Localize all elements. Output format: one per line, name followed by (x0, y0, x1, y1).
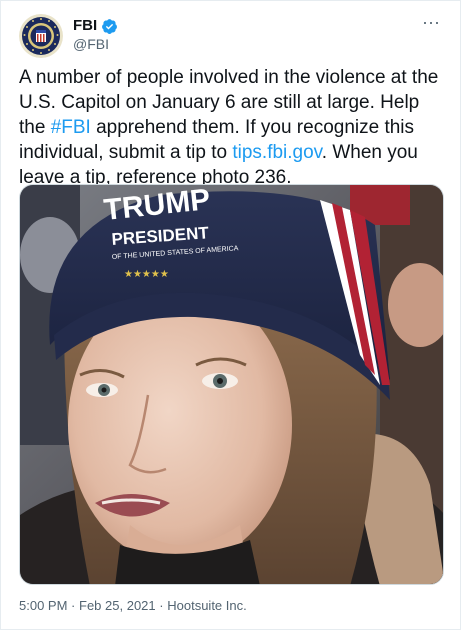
tweet-text: A number of people involved in the viole… (19, 65, 444, 190)
meta-separator-2: · (159, 598, 164, 613)
hashtag-link[interactable]: #FBI (51, 117, 91, 138)
avatar[interactable] (19, 14, 63, 58)
tweet-time[interactable]: 5:00 PM (19, 598, 67, 613)
tweet-source[interactable]: Hootsuite Inc. (167, 598, 247, 613)
meta-separator-1: · (71, 598, 76, 613)
photo-image: TRUMP PRESIDENT OF THE UNITED STATES OF … (20, 185, 443, 584)
tips-link[interactable]: tips.fbi.gov (232, 142, 321, 163)
account-name[interactable]: FBI (73, 17, 97, 35)
tweet-card: FBI @FBI ··· A number of people involved… (0, 0, 461, 630)
account-name-row: FBI (73, 17, 118, 35)
tweet-photo[interactable]: TRUMP PRESIDENT OF THE UNITED STATES OF … (19, 184, 444, 585)
hat-stars: ★★★★★ (124, 269, 169, 280)
account-handle[interactable]: @FBI (73, 35, 109, 53)
fbi-seal-icon (19, 14, 63, 58)
more-options-icon[interactable]: ··· (422, 13, 440, 31)
tweet-date[interactable]: Feb 25, 2021 (79, 598, 156, 613)
verified-badge-icon (101, 18, 118, 35)
tweet-meta: 5:00 PM · Feb 25, 2021 · Hootsuite Inc. (19, 597, 247, 615)
svg-text:★★★★★: ★★★★★ (124, 269, 169, 280)
